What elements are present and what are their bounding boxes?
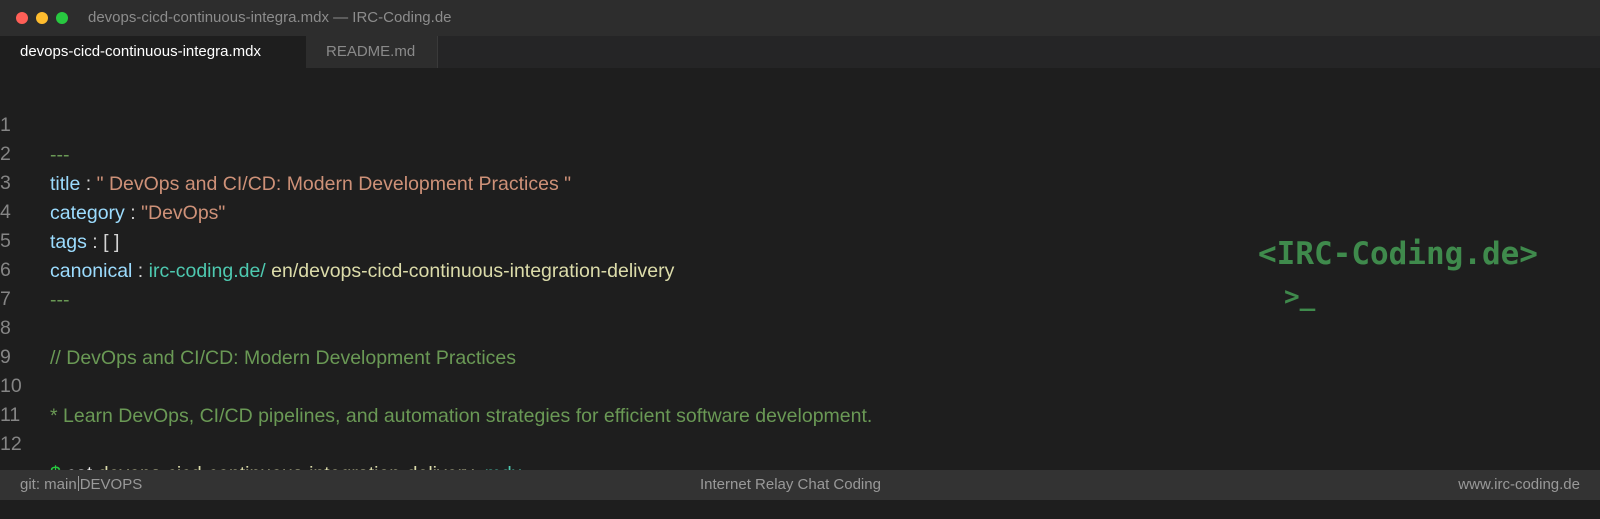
code-line: 7 <box>0 254 22 310</box>
tab-readme[interactable]: README.md <box>306 36 438 68</box>
code-line: 12 $ cat devops-cicd-continuous-integrat… <box>0 399 522 485</box>
line-number: 12 <box>0 433 22 455</box>
frontmatter-value: [ ] <box>103 231 120 253</box>
status-website[interactable]: www.irc-coding.de <box>1458 470 1580 500</box>
window-title: devops-cicd-continuous-integra.mdx — IRC… <box>88 9 452 26</box>
canonical-path: en/devops-cicd-continuous-integration-de… <box>271 260 675 282</box>
code-line: 4 tags : [ ] <box>0 167 119 253</box>
code-line: 5 canonical : irc-coding.de/ en/devops-c… <box>0 196 674 282</box>
code-line: 6 --- <box>0 225 69 311</box>
irc-coding-logo: <IRC-Coding.de> <box>1258 236 1538 272</box>
frontmatter-key: canonical <box>50 260 133 282</box>
frontmatter-delimiter: --- <box>50 144 70 166</box>
close-window-button[interactable] <box>16 12 28 24</box>
frontmatter-value: " DevOps and CI/CD: Modern Development P… <box>96 173 572 195</box>
frontmatter-delimiter: --- <box>50 289 70 311</box>
frontmatter-value: "DevOps" <box>141 202 226 224</box>
terminal-prompt-icon: >_ <box>1284 282 1316 312</box>
tab-bar: devops-cicd-continuous-integra.mdx READM… <box>0 36 1600 68</box>
code-line: 8 // DevOps and CI/CD: Modern Developmen… <box>0 283 516 369</box>
canonical-domain: irc-coding.de/ <box>148 260 266 282</box>
status-bar: git: main DEVOPS Internet Relay Chat Codi… <box>0 470 1600 500</box>
project-label: DEVOPS <box>79 476 143 493</box>
frontmatter-key: title <box>50 173 81 195</box>
code-line: 9 <box>0 312 22 368</box>
title-bar: devops-cicd-continuous-integra.mdx — IRC… <box>0 0 1600 36</box>
tab-devops-mdx[interactable]: devops-cicd-continuous-integra.mdx <box>0 36 306 68</box>
code-comment: // DevOps and CI/CD: Modern Development … <box>50 347 517 369</box>
status-branch-group[interactable]: git: main DEVOPS <box>20 470 142 500</box>
minimize-window-button[interactable] <box>36 12 48 24</box>
code-line: 3 category : "DevOps" <box>0 138 225 224</box>
code-line: 10 * Learn DevOps, CI/CD pipelines, and … <box>0 341 872 427</box>
code-line: 11 <box>0 370 22 426</box>
git-branch-label: git: main <box>20 476 77 493</box>
frontmatter-key: category <box>50 202 125 224</box>
code-line: 1 --- <box>0 80 69 166</box>
maximize-window-button[interactable] <box>56 12 68 24</box>
status-center-text: Internet Relay Chat Coding <box>700 476 881 493</box>
frontmatter-key: tags <box>50 231 87 253</box>
description-comment: * Learn DevOps, CI/CD pipelines, and aut… <box>50 405 873 427</box>
status-separator <box>77 476 79 491</box>
code-line: 2 title : " DevOps and CI/CD: Modern Dev… <box>0 109 571 195</box>
